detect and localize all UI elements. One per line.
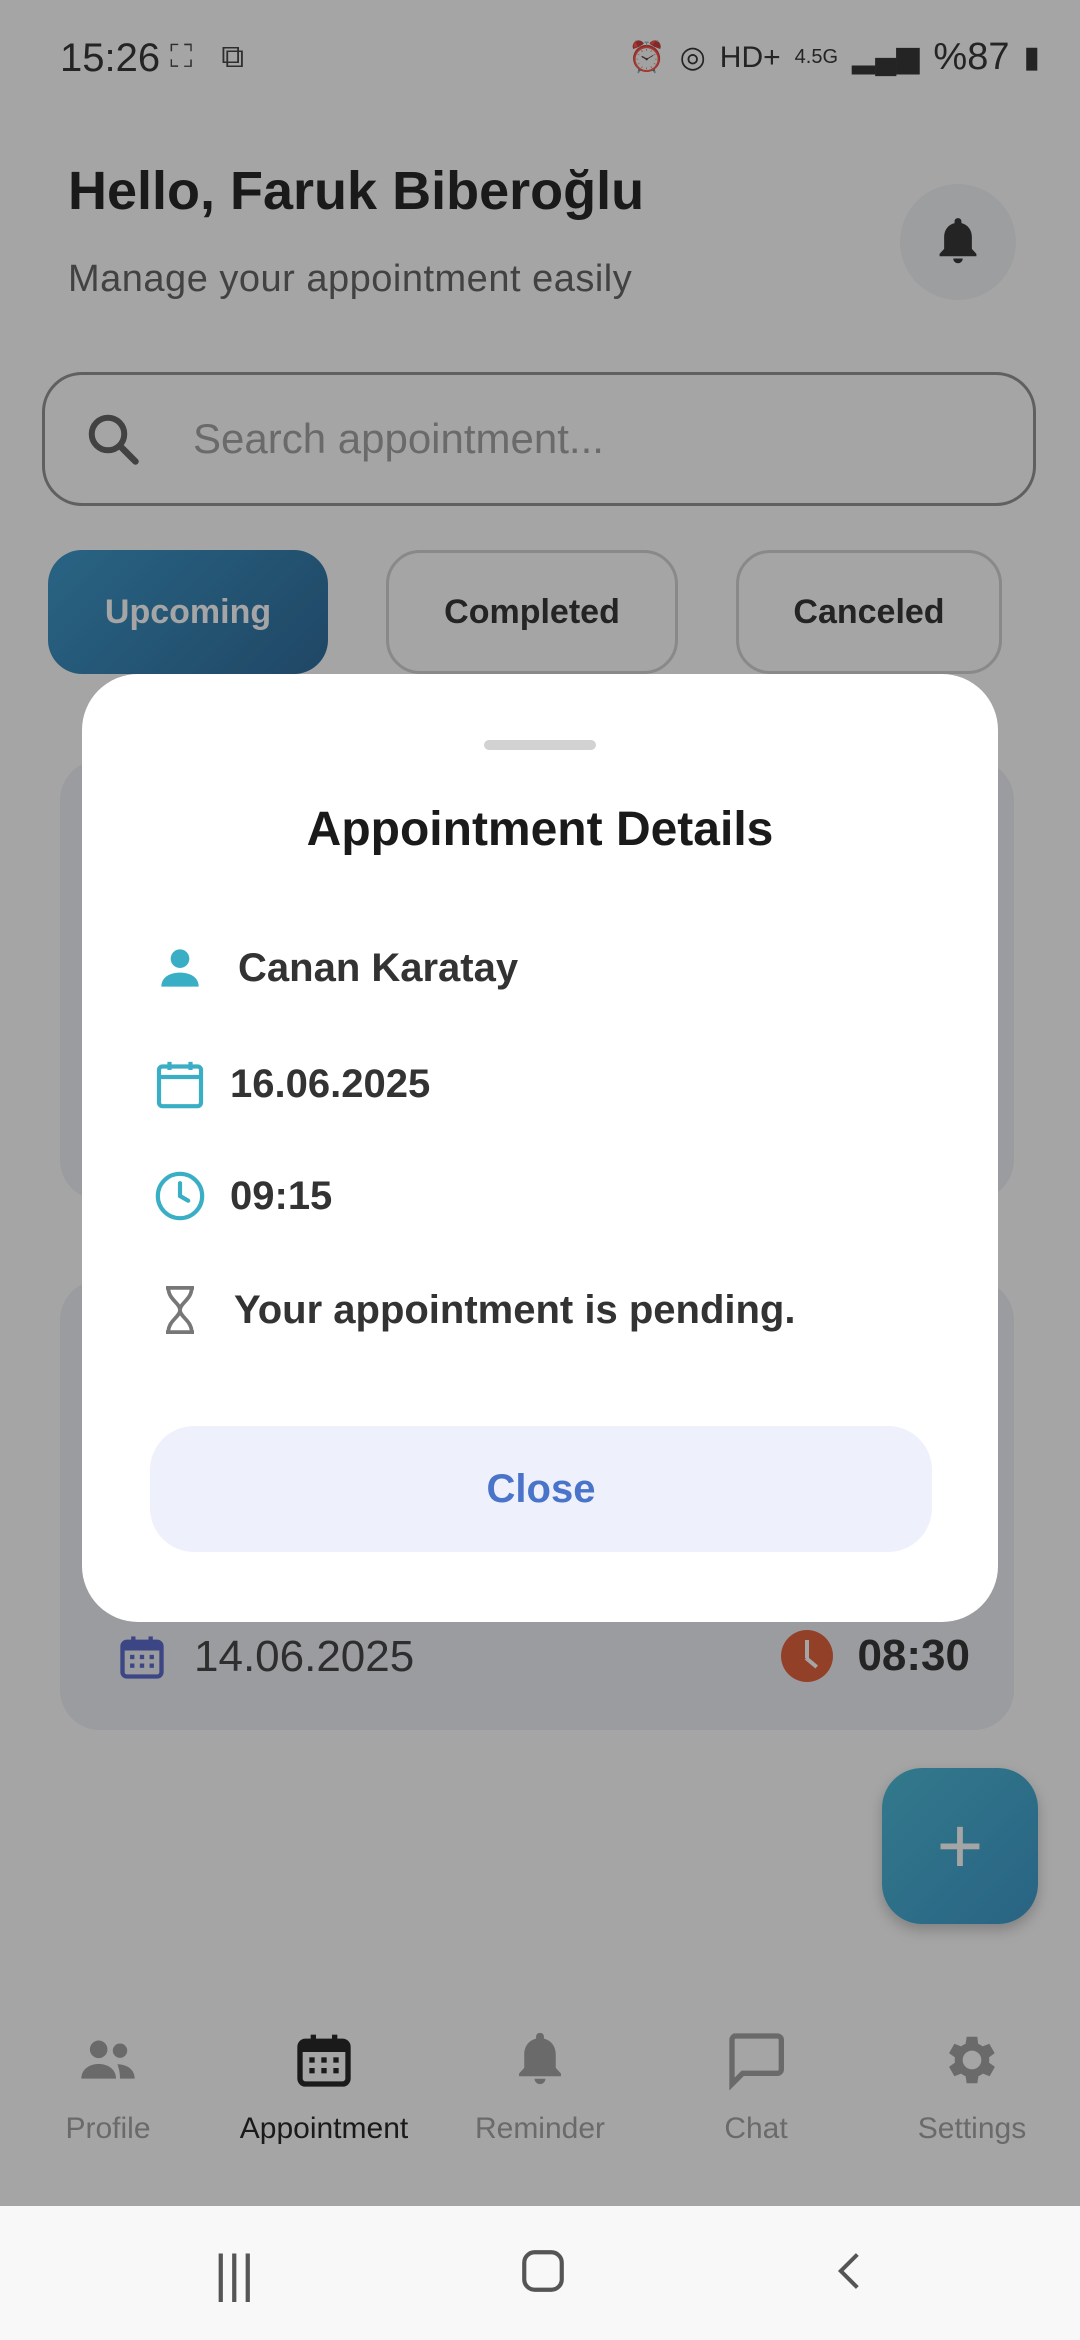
hourglass-icon	[166, 1285, 194, 1335]
back-icon	[837, 2253, 859, 2289]
home-icon	[522, 2250, 564, 2292]
appointment-details-dialog: Appointment Details Canan Karatay 16.06.…	[82, 674, 998, 1622]
back-button[interactable]	[828, 2244, 872, 2311]
calendar-icon	[156, 1061, 204, 1109]
drag-handle[interactable]	[484, 740, 596, 750]
dialog-title: Appointment Details	[306, 803, 774, 856]
detail-date: 16.06.2025	[230, 1061, 431, 1106]
detail-time: 09:15	[230, 1173, 333, 1218]
home-button[interactable]	[518, 2246, 568, 2309]
detail-row-time: 09:15	[152, 1168, 332, 1224]
detail-row-date: 16.06.2025	[152, 1056, 430, 1112]
detail-row-status: Your appointment is pending.	[152, 1282, 795, 1338]
clock-icon	[155, 1171, 205, 1221]
detail-name: Canan Karatay	[238, 945, 519, 990]
recent-apps-button[interactable]: |||	[214, 2244, 255, 2304]
person-icon	[161, 949, 199, 987]
detail-row-name: Canan Karatay	[152, 940, 518, 996]
detail-status: Your appointment is pending.	[234, 1287, 796, 1332]
close-button[interactable]: Close	[150, 1426, 932, 1552]
